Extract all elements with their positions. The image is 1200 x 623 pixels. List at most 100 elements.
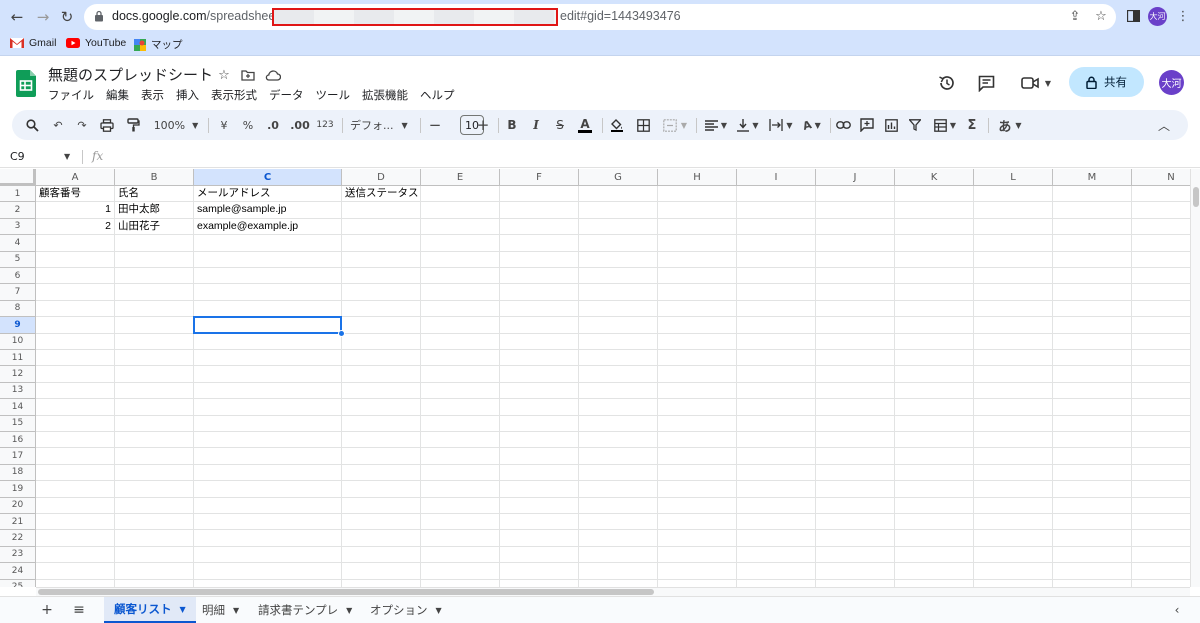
cell-l14[interactable] [974, 399, 1053, 416]
column-header-b[interactable]: B [115, 169, 194, 186]
cell-g10[interactable] [579, 333, 658, 350]
cell-k16[interactable] [895, 432, 974, 449]
row-header-18[interactable]: 18 [0, 464, 36, 482]
cell-m25[interactable] [1053, 579, 1132, 587]
cell-j23[interactable] [816, 546, 895, 564]
cell-i20[interactable] [737, 497, 816, 514]
share-button[interactable]: 共有 [1069, 67, 1144, 97]
move-folder-icon[interactable] [240, 67, 256, 83]
scrollbar-thumb[interactable] [38, 589, 654, 595]
cell-h13[interactable] [658, 382, 737, 400]
cell-b22[interactable] [115, 530, 194, 547]
cell-j3[interactable] [816, 218, 895, 236]
row-header-2[interactable]: 2 [0, 202, 36, 219]
cell-e23[interactable] [421, 546, 500, 564]
cell-l19[interactable] [974, 481, 1053, 498]
cell-n23[interactable] [1132, 547, 1190, 564]
cell-h1[interactable] [658, 186, 737, 203]
sheets-logo-icon[interactable] [16, 70, 36, 97]
cell-j8[interactable] [816, 300, 895, 318]
cell-a12[interactable] [36, 366, 115, 383]
bookmark-maps[interactable]: マップ [134, 37, 183, 52]
cell-l10[interactable] [974, 333, 1053, 350]
cell-i14[interactable] [737, 399, 816, 416]
cell-l5[interactable] [974, 251, 1053, 268]
cell-m9[interactable] [1053, 317, 1132, 334]
cell-a18[interactable] [36, 464, 115, 482]
chevron-down-icon[interactable]: ▼ [436, 606, 442, 615]
cell-e15[interactable] [421, 415, 500, 432]
cell-d24[interactable] [342, 563, 421, 580]
cell-c8[interactable] [194, 300, 342, 318]
insert-chart-icon[interactable] [882, 116, 900, 134]
cell-e14[interactable] [421, 399, 500, 416]
column-header-l[interactable]: L [974, 169, 1053, 186]
reload-icon[interactable]: ↻ [56, 6, 78, 28]
cell-l3[interactable] [974, 218, 1053, 236]
column-header-i[interactable]: I [737, 169, 816, 186]
cell-l12[interactable] [974, 366, 1053, 383]
cell-b15[interactable] [115, 415, 194, 432]
cell-g2[interactable] [579, 202, 658, 219]
cell-i24[interactable] [737, 563, 816, 580]
cell-f12[interactable] [500, 366, 579, 383]
cell-l23[interactable] [974, 546, 1053, 564]
menu-format[interactable]: 表示形式 [205, 86, 263, 104]
cell-c5[interactable] [194, 251, 342, 268]
row-header-14[interactable]: 14 [0, 399, 36, 416]
cell-n19[interactable] [1132, 481, 1190, 498]
cell-f14[interactable] [500, 399, 579, 416]
version-history-icon[interactable] [936, 72, 958, 94]
cell-f25[interactable] [500, 579, 579, 587]
cell-m6[interactable] [1053, 268, 1132, 285]
avatar[interactable]: 大河 [1159, 70, 1184, 95]
cell-n8[interactable] [1132, 301, 1190, 318]
cell-l18[interactable] [974, 464, 1053, 482]
cell-d15[interactable] [342, 415, 421, 432]
cell-e1[interactable] [421, 186, 500, 203]
cell-l17[interactable] [974, 448, 1053, 465]
collapse-toolbar-icon[interactable]: ︿ [1156, 116, 1172, 134]
cell-l2[interactable] [974, 202, 1053, 219]
cell-h14[interactable] [658, 399, 737, 416]
cell-d21[interactable] [342, 514, 421, 531]
cell-e7[interactable] [421, 284, 500, 301]
cell-i12[interactable] [737, 366, 816, 383]
cell-d23[interactable] [342, 546, 421, 564]
cell-h24[interactable] [658, 563, 737, 580]
comments-icon[interactable] [975, 72, 997, 94]
cell-g21[interactable] [579, 514, 658, 531]
cell-k8[interactable] [895, 300, 974, 318]
menu-insert[interactable]: 挿入 [170, 86, 205, 104]
cell-m13[interactable] [1053, 382, 1132, 400]
horizontal-align-icon[interactable]: ▼ [702, 116, 730, 134]
cell-m19[interactable] [1053, 481, 1132, 498]
row-header-8[interactable]: 8 [0, 300, 36, 318]
cell-b14[interactable] [115, 399, 194, 416]
cell-f11[interactable] [500, 350, 579, 367]
cell-l11[interactable] [974, 350, 1053, 367]
cell-c14[interactable] [194, 399, 342, 416]
cell-f19[interactable] [500, 481, 579, 498]
cell-f20[interactable] [500, 497, 579, 514]
cell-c12[interactable] [194, 366, 342, 383]
cell-a25[interactable] [36, 579, 115, 587]
cell-k10[interactable] [895, 333, 974, 350]
cell-a9[interactable] [36, 317, 115, 334]
cell-f22[interactable] [500, 530, 579, 547]
cell-h5[interactable] [658, 251, 737, 268]
column-header-f[interactable]: F [500, 169, 579, 186]
cell-m14[interactable] [1053, 399, 1132, 416]
cell-n14[interactable] [1132, 399, 1190, 416]
cell-b6[interactable] [115, 268, 194, 285]
input-tools-button[interactable]: あ ▼ [994, 116, 1026, 135]
chevron-down-icon[interactable]: ▼ [180, 605, 186, 614]
row-header-16[interactable]: 16 [0, 432, 36, 449]
cell-f10[interactable] [500, 333, 579, 350]
cell-f17[interactable] [500, 448, 579, 465]
row-header-17[interactable]: 17 [0, 448, 36, 465]
cell-b5[interactable] [115, 251, 194, 268]
cell-a11[interactable] [36, 350, 115, 367]
cell-e16[interactable] [421, 432, 500, 449]
cell-i11[interactable] [737, 350, 816, 367]
